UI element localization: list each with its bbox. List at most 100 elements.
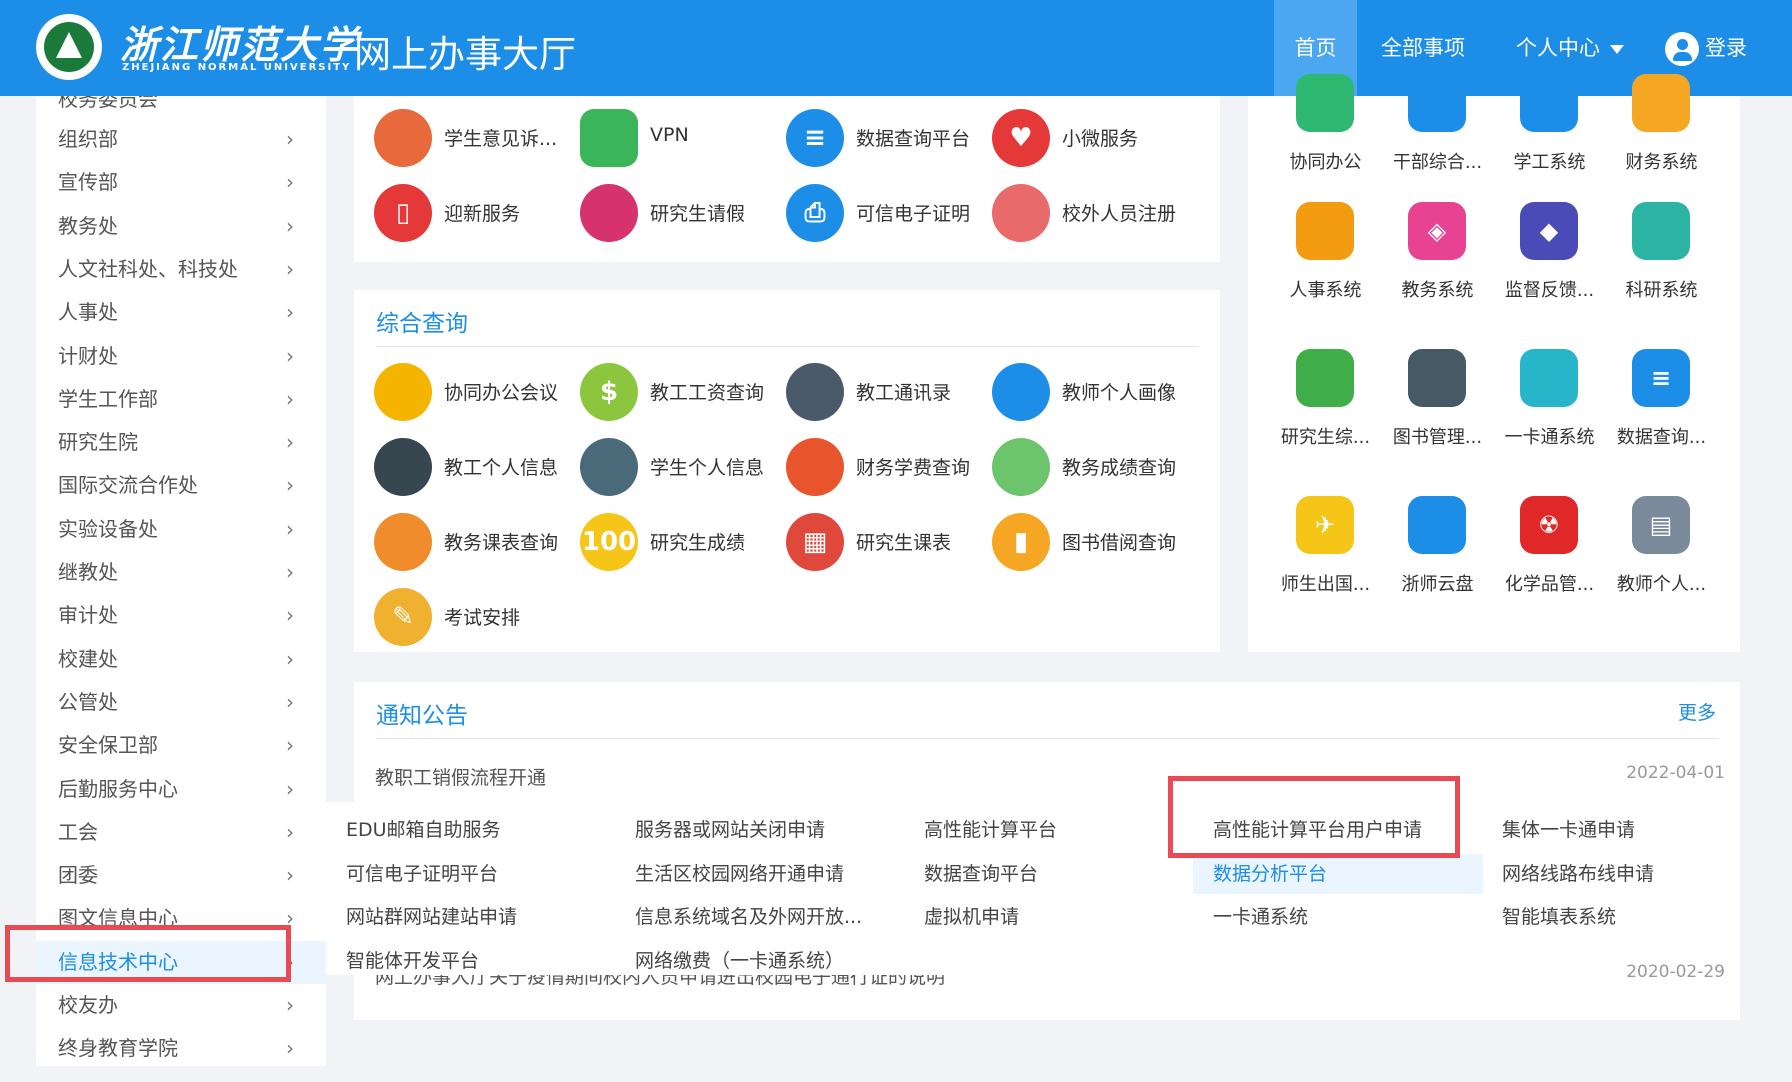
app-tile[interactable]: ▦ 研究生课表 <box>786 510 991 574</box>
university-logo-icon[interactable] <box>36 14 102 80</box>
app-tile[interactable]: 100 研究生成绩 <box>580 510 785 574</box>
app-tile[interactable]: 学生个人信息 <box>580 435 785 499</box>
flyout-menu-item[interactable]: EDU邮箱自助服务 <box>346 810 501 850</box>
flyout-menu-item[interactable]: 数据分析平台 <box>1193 853 1483 894</box>
app-tile[interactable]: 协同办公会议 <box>374 360 579 424</box>
app-tile[interactable]: VPN <box>580 106 785 170</box>
system-tile[interactable]: 干部综合... <box>1380 74 1495 184</box>
notice-panel-title: 通知公告 <box>376 703 468 729</box>
highlight-box-sidebar <box>5 925 291 982</box>
system-tile[interactable]: ✈ 师生出国... <box>1268 496 1383 606</box>
sidebar-item[interactable]: 国际交流合作处 › <box>58 464 326 507</box>
sidebar-item-label: 国际交流合作处 <box>58 473 198 498</box>
notice-more-link[interactable]: 更多 <box>1678 698 1716 725</box>
system-tile[interactable]: ◈ 教务系统 <box>1380 202 1495 312</box>
system-tile[interactable]: 科研系统 <box>1604 202 1719 312</box>
sidebar-item[interactable]: 计财处 › <box>58 335 326 378</box>
system-tile[interactable]: 一卡通系统 <box>1492 349 1607 459</box>
student-affairs-icon <box>1520 74 1578 132</box>
sidebar-item[interactable]: 教务处 › <box>58 205 326 248</box>
flyout-menu-item[interactable]: 可信电子证明平台 <box>346 854 498 894</box>
sidebar-item[interactable]: 后勤服务中心 › <box>58 768 326 811</box>
document-icon: ▤ <box>1632 496 1690 554</box>
university-name-en: ZHEJIANG NORMAL UNIVERSITY <box>122 62 352 73</box>
app-tile[interactable]: ≡ 数据查询平台 <box>786 106 991 170</box>
sidebar-item[interactable]: 人文社科处、科技处 › <box>58 248 326 291</box>
sidebar-item[interactable]: 安全保卫部 › <box>58 724 326 767</box>
person-clock-icon <box>580 184 638 242</box>
system-tile[interactable]: ▤ 教师个人... <box>1604 496 1719 606</box>
app-tile[interactable]: 教务成绩查询 <box>992 435 1197 499</box>
sidebar-item[interactable]: 组织部 › <box>58 118 326 161</box>
system-tile[interactable]: 学工系统 <box>1492 74 1607 184</box>
system-label: 干部综合... <box>1392 152 1483 173</box>
bank-icon <box>580 109 638 167</box>
app-tile[interactable]: 学生意见诉... <box>374 106 579 170</box>
flyout-menu-item[interactable]: 信息系统域名及外网开放... <box>635 897 862 937</box>
app-tile[interactable]: 教师个人画像 <box>992 360 1197 424</box>
sidebar-item[interactable]: 学生工作部 › <box>58 378 326 421</box>
system-label: 研究生综... <box>1280 427 1371 448</box>
app-tile[interactable]: ✎ 考试安排 <box>374 585 579 649</box>
query-panel: 综合查询 协同办公会议 $ 教工工资查询 教工通讯录 教师个人画像 教工个人信息 学生个人信… <box>354 290 1220 652</box>
system-tile[interactable]: 财务系统 <box>1604 74 1719 184</box>
chevron-right-icon: › <box>286 213 294 238</box>
flyout-menu-item[interactable]: 集体一卡通申请 <box>1502 810 1635 850</box>
sidebar-item[interactable]: 工会 › <box>58 811 326 854</box>
app-tile[interactable]: ▮ 图书借阅查询 <box>992 510 1197 574</box>
app-label: 可信电子证明 <box>856 203 971 225</box>
sidebar-item[interactable]: 研究生院 › <box>58 421 326 464</box>
app-tile[interactable]: ⎙ 可信电子证明 <box>786 181 991 245</box>
sidebar-item[interactable]: 人事处 › <box>58 291 326 334</box>
app-tile[interactable]: 教工通讯录 <box>786 360 991 424</box>
flyout-menu-item[interactable]: 数据查询平台 <box>924 854 1038 894</box>
system-label: 学工系统 <box>1513 152 1586 173</box>
flyout-menu-item[interactable]: 网站群网站建站申请 <box>346 897 517 937</box>
system-tile[interactable]: ◆ 监督反馈... <box>1492 202 1607 312</box>
app-tile[interactable]: $ 教工工资查询 <box>580 360 785 424</box>
system-tile[interactable]: ≡ 数据查询... <box>1604 349 1719 459</box>
flyout-menu-item[interactable]: 生活区校园网络开通申请 <box>635 854 844 894</box>
system-tile[interactable]: ☢ 化学品管... <box>1492 496 1607 606</box>
chevron-right-icon: › <box>286 646 294 671</box>
sidebar-item-label: 公管处 <box>58 689 118 714</box>
sidebar-item[interactable]: 审计处 › <box>58 594 326 637</box>
sidebar-item[interactable]: 继教处 › <box>58 551 326 594</box>
system-tile[interactable]: 浙师云盘 <box>1380 496 1495 606</box>
flyout-menu-item[interactable]: 服务器或网站关闭申请 <box>635 810 825 850</box>
sidebar-item[interactable]: 终身教育学院 › <box>58 1027 326 1066</box>
system-tile[interactable]: 研究生综... <box>1268 349 1383 459</box>
sidebar-item[interactable]: 实验设备处 › <box>58 508 326 551</box>
sidebar-item[interactable]: 公管处 › <box>58 681 326 724</box>
notice-item[interactable]: 教职工销假流程开通 2022-04-01 <box>375 763 1725 793</box>
system-tile[interactable]: 协同办公 <box>1268 74 1383 184</box>
app-label: 研究生请假 <box>650 203 746 225</box>
sidebar-item[interactable]: 校建处 › <box>58 638 326 681</box>
system-tile[interactable]: 图书管理... <box>1380 349 1495 459</box>
books-icon: ▮ <box>992 513 1050 571</box>
flyout-menu-item[interactable]: 智能体开发平台 <box>346 941 479 981</box>
app-label: 校外人员注册 <box>1062 203 1177 225</box>
app-tile[interactable]: ▯ 迎新服务 <box>374 181 579 245</box>
app-tile[interactable]: 校外人员注册 <box>992 181 1197 245</box>
app-tile[interactable]: ♥ 小微服务 <box>992 106 1197 170</box>
sidebar-item[interactable]: 团委 › <box>58 854 326 897</box>
system-tile[interactable]: 人事系统 <box>1268 202 1383 312</box>
flyout-menu-item[interactable]: 虚拟机申请 <box>924 897 1019 937</box>
sidebar-item-label: 终身教育学院 <box>58 1036 178 1061</box>
app-tile[interactable]: 财务学费查询 <box>786 435 991 499</box>
app-tile[interactable]: 教工个人信息 <box>374 435 579 499</box>
flyout-menu-item[interactable]: 网络缴费（一卡通系统） <box>635 941 844 981</box>
flyout-menu-item[interactable]: 一卡通系统 <box>1213 897 1308 937</box>
app-tile[interactable]: 研究生请假 <box>580 181 785 245</box>
flyout-menu-item[interactable]: 高性能计算平台 <box>924 810 1057 850</box>
caret-down-icon <box>1610 44 1624 54</box>
graduate-icon <box>1296 349 1354 407</box>
database-icon: ≡ <box>1632 349 1690 407</box>
sidebar-item[interactable]: 宣传部 › <box>58 161 326 204</box>
sidebar-item[interactable]: 校友办 › <box>58 984 326 1027</box>
user-icon <box>1665 32 1699 66</box>
flyout-menu-item[interactable]: 智能填表系统 <box>1502 897 1616 937</box>
flyout-menu-item[interactable]: 网络线路布线申请 <box>1502 854 1654 894</box>
app-tile[interactable]: 教务课表查询 <box>374 510 579 574</box>
